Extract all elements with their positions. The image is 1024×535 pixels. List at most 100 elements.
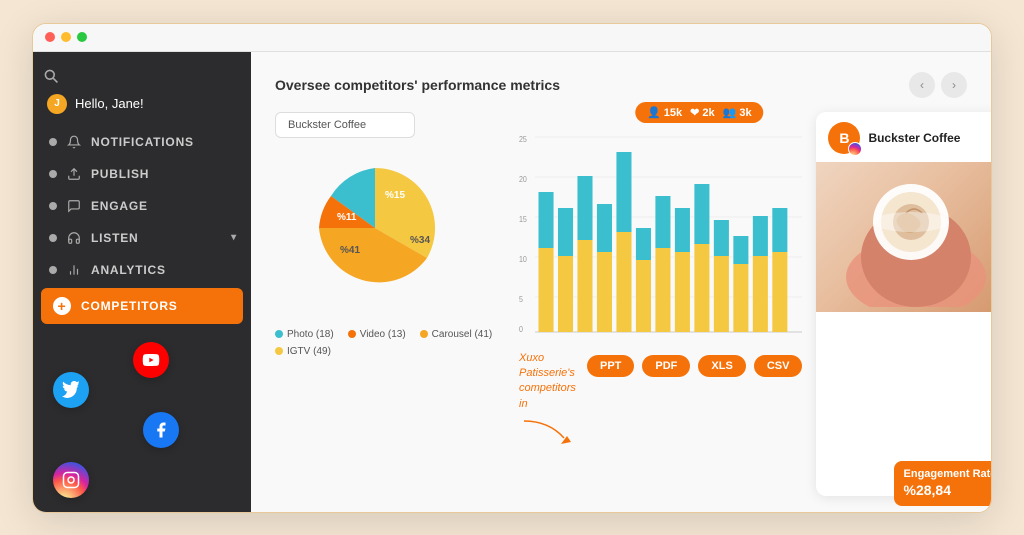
sidebar-item-notifications[interactable]: NOTIFICATIONS: [33, 126, 251, 158]
nav-label: NOTIFICATIONS: [91, 135, 194, 149]
nav-arrows: ‹ ›: [909, 72, 967, 98]
export-note: Xuxo Patisserie's competitors in: [519, 351, 579, 447]
engagement-label: Engagement Rate: [904, 467, 991, 481]
nav-label: LISTEN: [91, 231, 138, 245]
middle-panel: 👤 15k ❤ 2k 👥 3k 25 20 15 10 5 0: [519, 112, 802, 496]
notifications-icon: [67, 135, 81, 149]
export-pdf-button[interactable]: PDF: [642, 355, 690, 377]
export-note-text: Xuxo Patisserie's competitors in: [519, 352, 576, 410]
pie-chart: %15 %11 %41 %34: [275, 148, 475, 308]
pie-chart-container: %15 %11 %41 %34: [275, 148, 505, 313]
arrow-icon: [519, 416, 579, 446]
engagement-value: %28,84: [904, 481, 991, 499]
legend-label-carousel: Carousel (41): [432, 329, 493, 340]
right-panel: B Buckster Coffee: [816, 112, 991, 496]
nav-dot: [49, 170, 57, 178]
minimize-dot[interactable]: [61, 32, 71, 42]
nav-dot: [49, 202, 57, 210]
bar-chart-svg: 25 20 15 10 5 0: [519, 132, 802, 342]
analytics-icon: [67, 263, 81, 277]
bar-chart-wrapper: 25 20 15 10 5 0: [519, 132, 802, 347]
sidebar-item-analytics[interactable]: ANALYTICS: [33, 254, 251, 286]
listen-icon: [67, 231, 81, 245]
main-content: Oversee competitors' performance metrics…: [251, 52, 991, 512]
export-xls-button[interactable]: XLS: [698, 355, 745, 377]
page-title: Oversee competitors' performance metrics: [275, 77, 560, 93]
maximize-dot[interactable]: [77, 32, 87, 42]
legend-dot-carousel: [420, 330, 428, 338]
brand-card-header: B Buckster Coffee: [816, 112, 991, 162]
prev-arrow[interactable]: ‹: [909, 72, 935, 98]
sidebar-item-competitors[interactable]: + COMPETITORS: [41, 288, 243, 324]
app-body: J Hello, Jane! NOTIFICATIONS PU: [33, 52, 991, 512]
legend-video: Video (13): [348, 329, 406, 340]
search-icon[interactable]: [43, 68, 59, 84]
svg-text:0: 0: [519, 324, 523, 334]
dropdown-arrow: ▾: [231, 232, 237, 243]
nav-dot: [49, 138, 57, 146]
left-panel: Buckster Coffee: [275, 112, 505, 496]
next-arrow[interactable]: ›: [941, 72, 967, 98]
twitter-icon[interactable]: [53, 372, 89, 408]
svg-text:%11: %11: [337, 212, 357, 223]
close-dot[interactable]: [45, 32, 55, 42]
main-header: Oversee competitors' performance metrics…: [275, 72, 967, 98]
svg-text:25: 25: [519, 134, 527, 144]
likes-stat: ❤ 2k: [690, 106, 715, 119]
nav-label: PUBLISH: [91, 167, 149, 181]
sidebar-menu: NOTIFICATIONS PUBLISH ENGAGE: [33, 126, 251, 332]
legend-label-photo: Photo (18): [287, 329, 334, 340]
pie-legend: Photo (18) Video (13) Carousel (41): [275, 329, 505, 357]
legend-dot-video: [348, 330, 356, 338]
followers-stat: 👤 15k: [647, 106, 682, 119]
coffee-image: [836, 167, 991, 307]
publish-icon: [67, 167, 81, 181]
instagram-icon[interactable]: [53, 462, 89, 498]
svg-text:%41: %41: [340, 245, 360, 256]
export-buttons: PPT PDF XLS CSV: [587, 355, 802, 377]
engagement-badge: Engagement Rate %28,84: [894, 461, 991, 505]
sidebar-item-engage[interactable]: ENGAGE: [33, 190, 251, 222]
export-csv-button[interactable]: CSV: [754, 355, 803, 377]
svg-text:20: 20: [519, 174, 527, 184]
plus-icon: +: [53, 297, 71, 315]
legend-dot-photo: [275, 330, 283, 338]
svg-text:10: 10: [519, 254, 527, 264]
sidebar-item-listen[interactable]: LISTEN ▾: [33, 222, 251, 254]
nav-dot: [49, 266, 57, 274]
users-stat: 👥 3k: [723, 106, 752, 119]
brand-image: [816, 162, 991, 312]
svg-text:%34: %34: [410, 235, 430, 246]
nav-label: COMPETITORS: [81, 299, 178, 313]
stats-bubble: 👤 15k ❤ 2k 👥 3k: [635, 102, 764, 123]
engage-icon: [67, 199, 81, 213]
facebook-icon[interactable]: [143, 412, 179, 448]
avatar: J: [47, 94, 67, 114]
brand-name: Buckster Coffee: [868, 131, 960, 145]
legend-carousel: Carousel (41): [420, 329, 493, 340]
nav-dot: [49, 234, 57, 242]
legend-label-igtv: IGTV (49): [287, 346, 331, 357]
legend-dot-igtv: [275, 347, 283, 355]
legend-photo: Photo (18): [275, 329, 334, 340]
brand-logo: B: [828, 122, 860, 154]
export-ppt-button[interactable]: PPT: [587, 355, 634, 377]
nav-label: ANALYTICS: [91, 263, 166, 277]
user-name: Hello, Jane!: [75, 96, 144, 111]
browser-window: J Hello, Jane! NOTIFICATIONS PU: [32, 23, 992, 513]
sidebar-item-publish[interactable]: PUBLISH: [33, 158, 251, 190]
content-grid: Buckster Coffee: [275, 112, 967, 496]
brand-instagram-badge: [848, 142, 862, 156]
social-icons-container: [33, 332, 251, 512]
sidebar-search-row: [33, 60, 251, 92]
legend-label-video: Video (13): [360, 329, 406, 340]
svg-text:5: 5: [519, 294, 523, 304]
brand-initial: B: [839, 130, 849, 146]
user-greeting: J Hello, Jane!: [33, 92, 251, 116]
youtube-icon[interactable]: [133, 342, 169, 378]
nav-label: ENGAGE: [91, 199, 148, 213]
competitor-label: Buckster Coffee: [275, 112, 415, 138]
svg-text:15: 15: [519, 214, 527, 224]
browser-titlebar: [33, 24, 991, 52]
svg-text:%15: %15: [385, 190, 405, 201]
